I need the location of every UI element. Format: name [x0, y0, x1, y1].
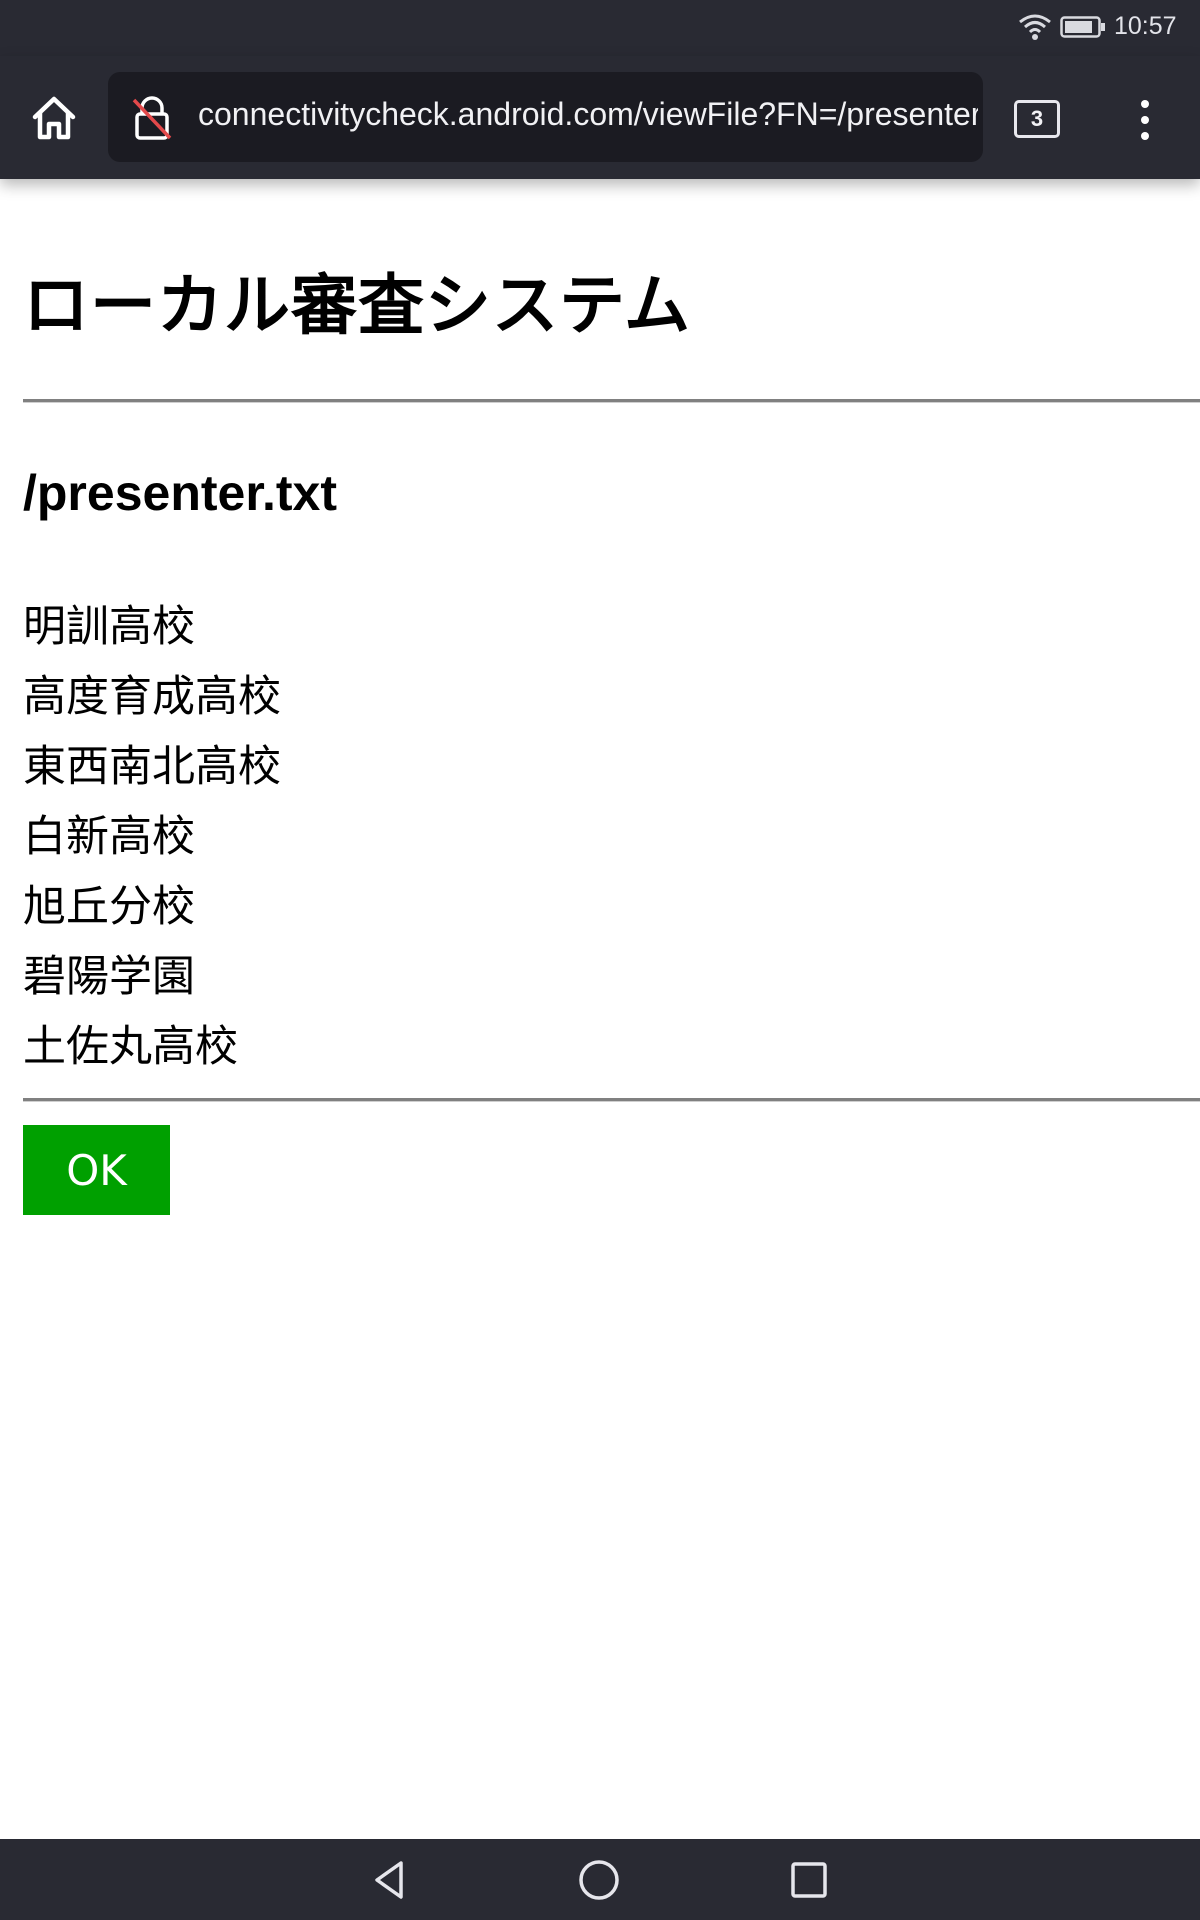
android-screen: 10:57 connectivitycheck.android.com/view…	[0, 0, 1200, 1920]
url-bar[interactable]: connectivitycheck.android.com/viewFile?F…	[108, 72, 983, 162]
divider	[23, 1098, 1200, 1102]
more-vert-icon[interactable]	[1130, 92, 1160, 148]
list-item: 旭丘分校	[23, 882, 195, 932]
status-bar: 10:57	[0, 0, 1200, 56]
list-item: 高度育成高校	[23, 672, 281, 722]
list-item: 白新高校	[23, 812, 195, 862]
web-content: ローカル審査システム /presenter.txt 明訓高校 高度育成高校 東西…	[0, 179, 1200, 1839]
list-item: 碧陽学園	[23, 952, 195, 1002]
navigation-bar	[0, 1839, 1200, 1920]
home-button[interactable]	[22, 88, 86, 148]
list-item: 土佐丸高校	[23, 1022, 238, 1072]
status-clock: 10:57	[1114, 12, 1177, 40]
battery-icon	[1060, 16, 1105, 38]
ok-button[interactable]: OK	[23, 1125, 170, 1215]
page-title: ローカル審査システム	[23, 267, 692, 344]
list-item: 明訓高校	[23, 602, 195, 652]
browser-toolbar: connectivitycheck.android.com/viewFile?F…	[0, 56, 1200, 179]
url-text[interactable]: connectivitycheck.android.com/viewFile?F…	[198, 96, 978, 133]
back-icon[interactable]	[367, 1857, 413, 1903]
wifi-icon	[1019, 14, 1051, 40]
tabs-counter-button[interactable]: 3	[1014, 100, 1060, 138]
school-list: 明訓高校 高度育成高校 東西南北高校 白新高校 旭丘分校 碧陽学園 土佐丸高校	[23, 592, 281, 1082]
not-secure-lock-icon[interactable]	[130, 96, 174, 140]
home-icon	[32, 96, 76, 140]
divider	[23, 399, 1200, 403]
home-circle-icon[interactable]	[576, 1857, 622, 1903]
list-item: 東西南北高校	[23, 742, 281, 792]
file-name-heading: /presenter.txt	[23, 465, 338, 521]
recents-icon[interactable]	[786, 1857, 832, 1903]
